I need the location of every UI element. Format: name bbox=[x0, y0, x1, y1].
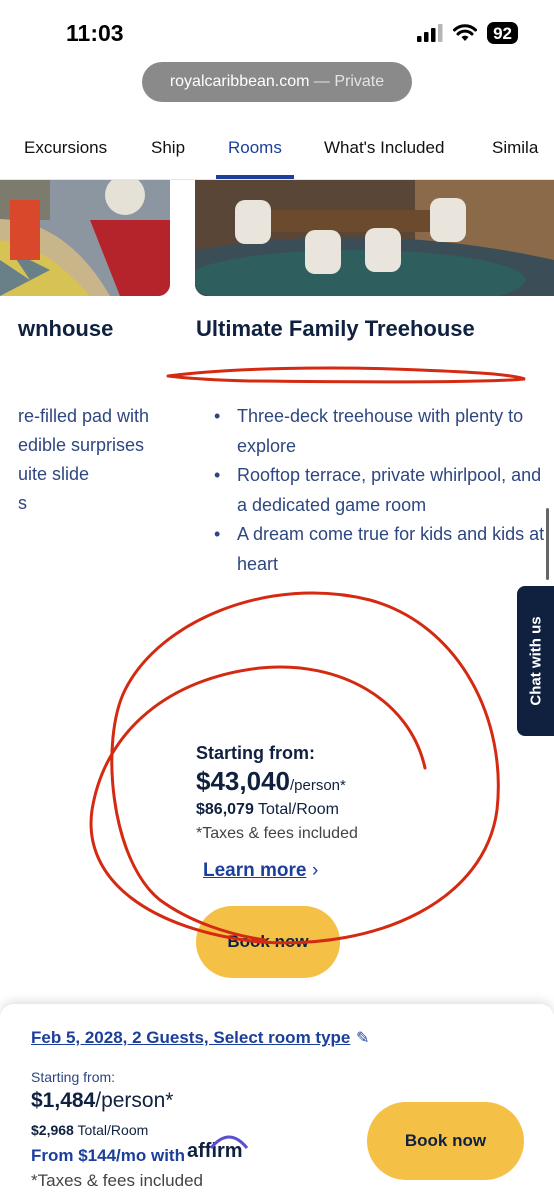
list-item: uite slide bbox=[18, 464, 90, 484]
treehouse-features: Three-deck treehouse with plenty to expl… bbox=[214, 402, 554, 579]
learn-more-link[interactable]: Learn more bbox=[203, 860, 306, 882]
battery-indicator: 92 bbox=[487, 22, 518, 44]
room-title-treehouse[interactable]: Ultimate Family Treehouse bbox=[196, 316, 475, 342]
taxes-note: *Taxes & fees included bbox=[196, 825, 358, 842]
bottom-total-per-room: $2,968 Total/Room bbox=[31, 1122, 148, 1138]
room-price-block: Starting from: $43,040/person* $86,079 T… bbox=[196, 743, 358, 843]
tab-whats-included[interactable]: What's Included bbox=[324, 138, 444, 158]
bottom-starting-from-label: Starting from: bbox=[31, 1069, 116, 1085]
bottom-total-label: Total/Room bbox=[77, 1122, 149, 1138]
pencil-edit-icon[interactable]: ✎ bbox=[356, 1028, 369, 1048]
room-title-townhouse[interactable]: wnhouse bbox=[18, 316, 113, 342]
bottom-price-value: $1,484 bbox=[31, 1089, 96, 1112]
bottom-price-per-person: $1,484/person* bbox=[31, 1089, 173, 1113]
bottom-total-value: $2,968 bbox=[31, 1122, 74, 1138]
status-icons: 92 bbox=[417, 22, 518, 44]
starting-from-label: Starting from: bbox=[196, 743, 315, 763]
chat-label: Chat with us bbox=[527, 616, 544, 706]
total-value: $86,079 bbox=[196, 801, 254, 818]
list-item: edible surprises bbox=[18, 435, 145, 455]
affirm-arc-icon bbox=[209, 1135, 249, 1149]
price-per-person: $43,040/person* bbox=[196, 766, 358, 797]
price-unit: /person* bbox=[289, 777, 346, 794]
section-tabs: Excursions Ship Rooms What's Included Si… bbox=[0, 128, 554, 180]
list-item: re-filled pad with bbox=[18, 406, 150, 426]
red-underline-annotation bbox=[166, 366, 526, 384]
list-item: A dream come true for kids and kids at h… bbox=[214, 520, 554, 579]
active-tab-indicator bbox=[216, 175, 294, 179]
bottom-book-now-button[interactable]: Book now bbox=[367, 1102, 524, 1180]
tab-rooms[interactable]: Rooms bbox=[228, 138, 282, 158]
status-time: 11:03 bbox=[66, 20, 124, 46]
chat-with-us-button[interactable]: Chat with us bbox=[517, 586, 554, 736]
tab-ship[interactable]: Ship bbox=[151, 138, 185, 158]
bottom-price-unit: /person* bbox=[95, 1089, 174, 1112]
room-image-treehouse[interactable] bbox=[195, 180, 554, 296]
monthly-financing-text[interactable]: From $144/mo with bbox=[31, 1146, 185, 1166]
list-item: s bbox=[18, 493, 27, 513]
price-value: $43,040 bbox=[196, 766, 290, 796]
signal-icon bbox=[417, 24, 443, 42]
booking-selection-link[interactable]: Feb 5, 2028, 2 Guests, Select room type bbox=[31, 1028, 350, 1048]
chevron-right-icon[interactable]: › bbox=[312, 860, 318, 882]
book-now-button[interactable]: Book now bbox=[196, 906, 340, 978]
private-label: — Private bbox=[313, 73, 385, 90]
scrollbar-thumb[interactable] bbox=[546, 508, 549, 580]
status-bar: 11:03 92 bbox=[0, 0, 554, 60]
total-per-room: $86,079 Total/Room bbox=[196, 801, 358, 819]
bottom-taxes-note: *Taxes & fees included bbox=[31, 1171, 203, 1190]
total-label: Total/Room bbox=[258, 801, 339, 818]
list-item: Rooftop terrace, private whirlpool, and … bbox=[214, 461, 554, 520]
townhouse-features: re-filled pad with edible surprises uite… bbox=[18, 402, 149, 518]
wifi-icon bbox=[453, 24, 478, 41]
list-item: Three-deck treehouse with plenty to expl… bbox=[214, 402, 554, 461]
url-domain: royalcaribbean.com bbox=[169, 73, 310, 90]
room-image-townhouse[interactable] bbox=[0, 180, 170, 296]
tab-excursions[interactable]: Excursions bbox=[24, 138, 107, 158]
browser-address-pill[interactable]: royalcaribbean.com — Private bbox=[142, 62, 412, 102]
affirm-logo: affirm bbox=[187, 1135, 249, 1163]
tab-similar[interactable]: Simila bbox=[492, 138, 538, 158]
